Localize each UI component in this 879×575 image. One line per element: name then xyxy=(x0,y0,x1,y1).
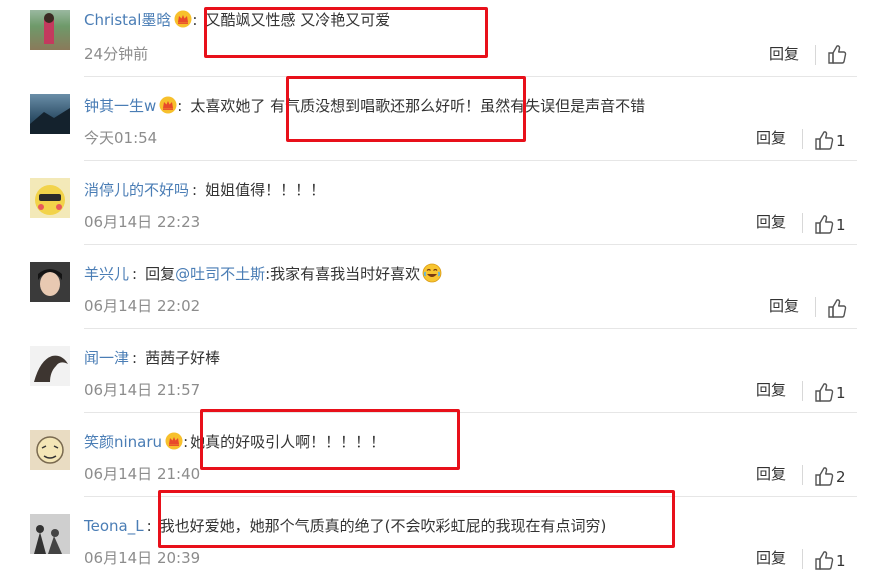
like-count: 1 xyxy=(836,132,846,150)
comment-text: 茜茜子好棒 xyxy=(145,349,221,367)
row-divider xyxy=(84,328,857,329)
divider xyxy=(815,45,816,65)
like-thumb-icon[interactable] xyxy=(826,297,848,319)
highlight-box xyxy=(204,7,488,58)
reply-button[interactable]: 回复 xyxy=(756,378,786,402)
like-count: 1 xyxy=(836,216,846,234)
highlight-box xyxy=(200,409,460,470)
reply-button[interactable]: 回复 xyxy=(756,462,786,486)
comment-time: 今天01:54 xyxy=(84,129,158,147)
username-link[interactable]: Teona_L xyxy=(84,517,144,535)
reply-button[interactable]: 回复 xyxy=(756,210,786,234)
colon: : xyxy=(183,433,189,451)
avatar[interactable] xyxy=(30,10,70,50)
username-link[interactable]: Christal墨晗 xyxy=(84,11,171,29)
like-count: 1 xyxy=(836,552,846,570)
like-thumb-icon[interactable] xyxy=(813,549,835,571)
like-thumb-icon[interactable] xyxy=(813,213,835,235)
comment-text: :我家有喜我当时好喜欢 xyxy=(265,265,421,283)
comment-item: 羊兴儿: 回复@吐司不土斯:我家有喜我当时好喜欢 06月14日 22:02 回复 xyxy=(0,252,879,336)
colon: : xyxy=(192,181,198,199)
reply-button[interactable]: 回复 xyxy=(769,294,799,318)
like-thumb-icon[interactable] xyxy=(813,465,835,487)
crown-badge-icon xyxy=(174,10,192,28)
highlight-box xyxy=(286,76,526,142)
reply-button[interactable]: 回复 xyxy=(756,546,786,570)
laugh-cry-emoji-icon xyxy=(422,263,442,283)
username-link[interactable]: 消停儿的不好吗 xyxy=(84,181,189,199)
avatar[interactable] xyxy=(30,94,70,134)
avatar[interactable] xyxy=(30,514,70,554)
comment-page: { "comments": [ {"user": "Christal墨晗", "… xyxy=(0,0,879,575)
avatar[interactable] xyxy=(30,178,70,218)
comment-time: 06月14日 21:40 xyxy=(84,465,201,483)
username-link[interactable]: 羊兴儿 xyxy=(84,265,129,283)
comment-time: 06月14日 22:02 xyxy=(84,297,201,315)
divider xyxy=(815,297,816,317)
highlight-box xyxy=(158,490,675,548)
divider xyxy=(802,549,803,569)
username-link[interactable]: 笑颜ninaru xyxy=(84,433,162,451)
colon: : xyxy=(132,349,138,367)
like-thumb-icon[interactable] xyxy=(826,43,848,65)
colon: : xyxy=(132,265,138,283)
crown-badge-icon xyxy=(159,96,177,114)
divider xyxy=(802,381,803,401)
like-thumb-icon[interactable] xyxy=(813,129,835,151)
divider xyxy=(802,129,803,149)
username-link[interactable]: 闻一津 xyxy=(84,349,129,367)
row-divider xyxy=(84,160,857,161)
avatar[interactable] xyxy=(30,346,70,386)
like-thumb-icon[interactable] xyxy=(813,381,835,403)
comment-text: 姐姐值得！！！！ xyxy=(205,181,326,199)
comment-time: 24分钟前 xyxy=(84,45,149,63)
avatar[interactable] xyxy=(30,262,70,302)
comment-time: 06月14日 22:23 xyxy=(84,213,201,231)
reply-button[interactable]: 回复 xyxy=(756,126,786,150)
row-divider xyxy=(84,244,857,245)
divider xyxy=(802,465,803,485)
comment-item: 闻一津: 茜茜子好棒 06月14日 21:57 回复 1 xyxy=(0,336,879,420)
comment-time: 06月14日 21:57 xyxy=(84,381,201,399)
like-count: 1 xyxy=(836,384,846,402)
crown-badge-icon xyxy=(165,432,183,450)
like-count: 2 xyxy=(836,468,846,486)
reply-prefix: 回复 xyxy=(145,265,176,283)
divider xyxy=(802,213,803,233)
comment-time: 06月14日 20:39 xyxy=(84,549,201,567)
mention-link[interactable]: @吐司不土斯 xyxy=(175,265,265,283)
colon: : xyxy=(177,97,183,115)
avatar[interactable] xyxy=(30,430,70,470)
username-link[interactable]: 钟其一生w xyxy=(84,97,156,115)
colon: : xyxy=(146,517,152,535)
reply-button[interactable]: 回复 xyxy=(769,42,799,66)
colon: : xyxy=(192,11,198,29)
comment-item: 消停儿的不好吗: 姐姐值得！！！！ 06月14日 22:23 回复 1 xyxy=(0,168,879,252)
